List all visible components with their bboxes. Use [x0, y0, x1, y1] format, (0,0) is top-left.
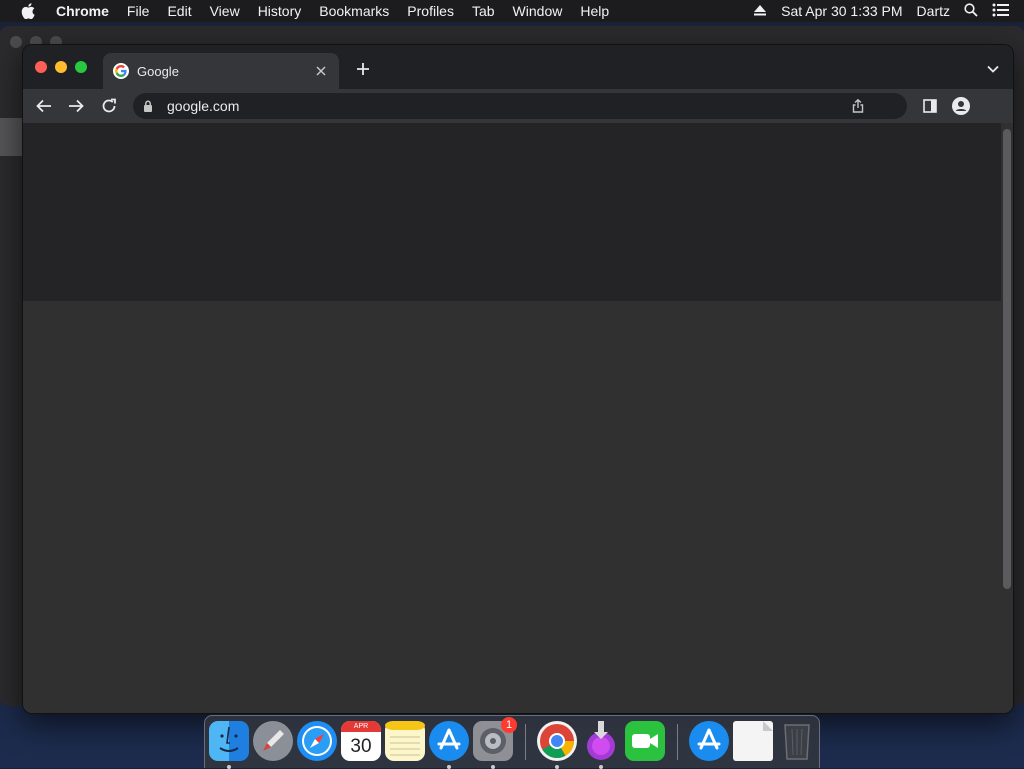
chrome-icon[interactable]	[537, 721, 577, 769]
chrome-window: Google google.com	[22, 44, 1014, 714]
facetime-icon[interactable]	[625, 721, 665, 761]
close-window-button[interactable]	[35, 61, 47, 73]
menu-view[interactable]: View	[210, 3, 240, 19]
tab-google[interactable]: Google	[103, 53, 339, 89]
menu-tab[interactable]: Tab	[472, 3, 495, 19]
app-installer-icon[interactable]	[581, 721, 621, 769]
app-store-folder-icon[interactable]	[689, 721, 729, 761]
settings-badge: 1	[501, 717, 517, 733]
eject-icon[interactable]	[753, 3, 767, 19]
menu-bookmarks[interactable]: Bookmarks	[319, 3, 389, 19]
system-preferences-icon[interactable]: 1	[473, 717, 517, 769]
minimize-window-button[interactable]	[55, 61, 67, 73]
menu-profiles[interactable]: Profiles	[407, 3, 454, 19]
forward-arrow-icon[interactable]	[65, 95, 87, 117]
document-icon[interactable]	[733, 721, 773, 761]
dock-separator	[525, 724, 526, 760]
profile-avatar-icon[interactable]	[950, 95, 972, 117]
browser-toolbar: google.com	[23, 89, 1013, 123]
tab-close-icon[interactable]	[311, 61, 331, 81]
calendar-icon[interactable]: APR 30	[341, 721, 381, 761]
url-text[interactable]: google.com	[167, 98, 239, 114]
tab-title: Google	[137, 63, 179, 79]
side-panel-icon[interactable]	[919, 95, 941, 117]
zoom-window-button[interactable]	[75, 61, 87, 73]
back-arrow-icon[interactable]	[33, 95, 55, 117]
menu-file[interactable]: File	[127, 3, 150, 19]
notes-icon[interactable]	[385, 721, 425, 761]
menu-history[interactable]: History	[258, 3, 302, 19]
control-center-icon[interactable]	[992, 3, 1010, 20]
dock-separator-2	[677, 724, 678, 760]
menubar-status-area: Sat Apr 30 1:33 PM Dartz	[753, 0, 1024, 22]
finder-icon[interactable]	[209, 721, 249, 769]
apple-menu-icon[interactable]	[0, 3, 56, 19]
page-header-region	[23, 123, 1001, 301]
background-window-sidebar	[0, 118, 22, 156]
reload-icon[interactable]	[98, 95, 120, 117]
window-controls	[35, 61, 87, 73]
dock: APR 30 1	[204, 715, 820, 769]
menu-window[interactable]: Window	[513, 3, 563, 19]
address-bar[interactable]: google.com	[133, 93, 907, 119]
calendar-day: 30	[350, 736, 372, 757]
page-content[interactable]	[23, 123, 1013, 713]
menu-bar: Chrome File Edit View History Bookmarks …	[0, 0, 1024, 22]
menu-help[interactable]: Help	[580, 3, 609, 19]
lock-icon[interactable]	[143, 99, 157, 113]
share-icon[interactable]	[849, 97, 867, 115]
chevron-down-icon[interactable]	[983, 59, 1003, 79]
new-tab-icon[interactable]	[353, 59, 373, 79]
spotlight-search-icon[interactable]	[964, 2, 978, 20]
calendar-month: APR	[341, 721, 381, 732]
google-favicon-icon	[113, 63, 129, 79]
menubar-user[interactable]: Dartz	[917, 3, 950, 19]
safari-icon[interactable]	[297, 721, 337, 761]
tab-strip: Google	[23, 45, 1013, 89]
app-store-icon[interactable]	[429, 721, 469, 769]
menu-edit[interactable]: Edit	[167, 3, 191, 19]
trash-icon[interactable]	[777, 721, 817, 761]
vertical-scrollbar[interactable]	[1003, 129, 1011, 589]
menu-app-name[interactable]: Chrome	[56, 3, 109, 19]
launchpad-icon[interactable]	[253, 721, 293, 761]
menubar-clock[interactable]: Sat Apr 30 1:33 PM	[781, 3, 902, 19]
